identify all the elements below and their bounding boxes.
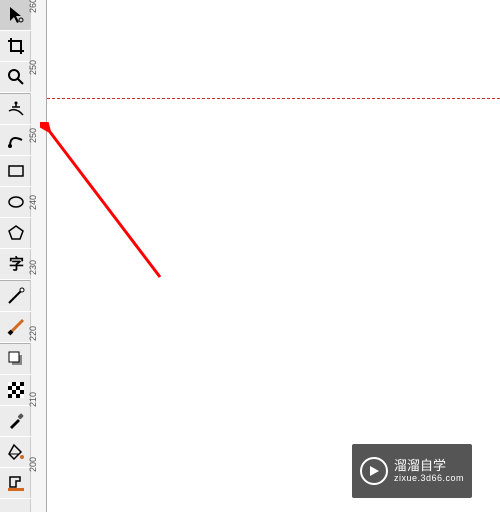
toolbox: 字 (0, 0, 31, 512)
polygon-tool[interactable] (0, 218, 31, 249)
ruler-tick-label: 250 (28, 128, 38, 143)
eyedropper-tool[interactable] (0, 406, 31, 437)
curve-icon (6, 130, 26, 150)
ellipse-tool[interactable] (0, 187, 31, 218)
transparency-tool[interactable] (0, 375, 31, 406)
watermark-title: 溜溜自学 (394, 458, 464, 474)
node-tool[interactable] (0, 94, 31, 125)
pointer-tool[interactable] (0, 0, 31, 31)
crop-tool[interactable] (0, 31, 31, 62)
ruler-tick-label: 230 (28, 260, 38, 275)
fill-tool[interactable] (0, 437, 31, 468)
text-icon: 字 (6, 254, 26, 274)
ruler-tick-label: 200 (28, 457, 38, 472)
vertical-ruler: 260 250 250 240 230 220 210 200 (31, 0, 47, 512)
fill-icon (6, 442, 26, 462)
watermark-subtitle: zixue.3d66.com (394, 473, 464, 484)
magnify-icon (6, 67, 26, 87)
ruler-tick-label: 240 (28, 195, 38, 210)
ruler-tick-label: 210 (28, 392, 38, 407)
ruler-tick-label: 250 (28, 60, 38, 75)
freehand-icon (6, 286, 26, 306)
crop-icon (6, 36, 26, 56)
canvas-area[interactable] (47, 0, 500, 512)
guide-line-horizontal (47, 98, 500, 99)
layers-icon (6, 349, 26, 369)
outline-tool[interactable] (0, 468, 31, 499)
ruler-tick-label: 260 (28, 0, 38, 13)
polygon-icon (6, 223, 26, 243)
rectangle-tool[interactable] (0, 156, 31, 187)
curve-tool[interactable] (0, 125, 31, 156)
magnify-tool[interactable] (0, 62, 31, 93)
watermark: 溜溜自学 zixue.3d66.com (352, 444, 472, 498)
svg-text:字: 字 (9, 255, 24, 273)
ellipse-icon (6, 192, 26, 212)
brush-tool[interactable] (0, 312, 31, 343)
play-icon (360, 457, 388, 485)
brush-icon (6, 317, 26, 337)
node-icon (6, 99, 26, 119)
dropshadow-tool[interactable] (0, 344, 31, 375)
pointer-icon (6, 5, 26, 25)
rectangle-icon (6, 161, 26, 181)
ruler-tick-label: 220 (28, 326, 38, 341)
freehand-tool[interactable] (0, 281, 31, 312)
transparency-icon (6, 380, 26, 400)
text-tool[interactable]: 字 (0, 249, 31, 280)
outline-icon (6, 473, 26, 493)
eyedropper-icon (6, 411, 26, 431)
